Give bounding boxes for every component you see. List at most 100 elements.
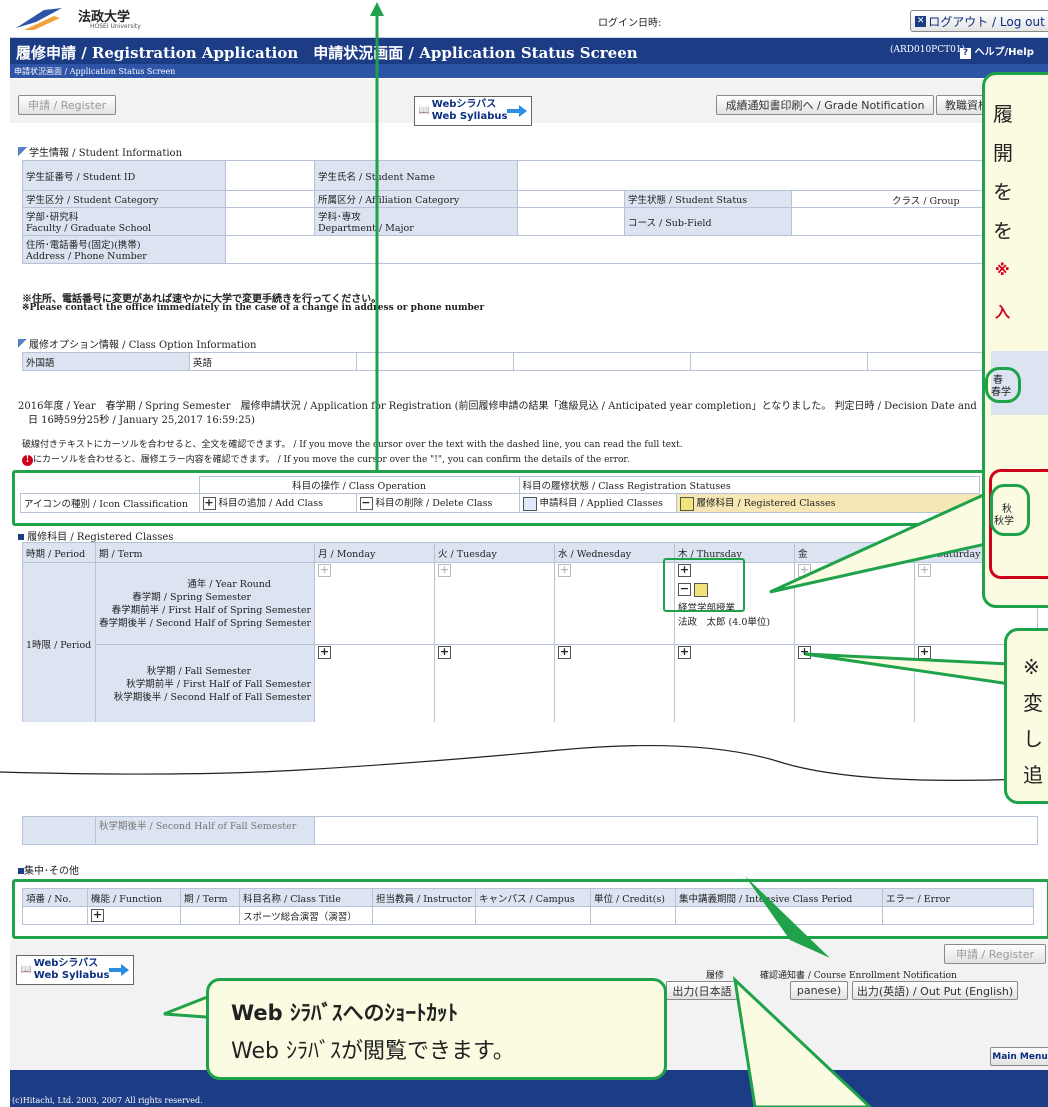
add-class-icon[interactable]: + <box>438 564 451 577</box>
student-info-heading: 学生情報 / Student Information <box>18 144 182 159</box>
book-icon: 📖 <box>20 965 32 975</box>
login-time-label: ログイン日時: <box>598 18 662 29</box>
right-callout-red-2: 入 <box>995 303 1011 321</box>
hint-dashed-text: 破線付きテキストにカーソルを合わせると、全文を確認できます。 / If you … <box>22 440 683 450</box>
col-day-2: 水 / Wednesday <box>554 542 675 563</box>
cell-wed-spring: + <box>554 562 675 645</box>
hint-error-text: にカーソルを合わせると、履修エラー内容を確認できます。 / If you mov… <box>33 455 630 465</box>
int-cell-credit <box>590 906 676 925</box>
syllabus-callout: Web ｼﾗﾊﾞｽへのｼｮｰﾄｶｯﾄ Web ｼﾗﾊﾞｽが閲覧できます。 <box>206 978 667 1080</box>
intensive-label: 集中･その他 <box>24 866 79 877</box>
syllabus-jp-label: Webシラバス <box>431 99 497 110</box>
side-callout-line-2: し <box>1023 727 1043 751</box>
affiliation-label: 所属区分 / Affiliation Category <box>314 190 518 208</box>
term-cell-fall: 秋学期 / Fall Semester 秋学期前半 / First Half of… <box>95 644 315 725</box>
class-option-heading: 履修オプション情報 / Class Option Information <box>18 336 256 351</box>
output-english-button[interactable]: 出力(英語) / Out Put (English) <box>852 981 1018 1000</box>
register-button-top[interactable]: 申請 / Register <box>18 95 116 115</box>
page-title: 履修申請 / Registration Application 申請状況画面 /… <box>16 44 638 62</box>
add-class-icon[interactable]: + <box>318 646 331 659</box>
faculty-value <box>225 207 315 236</box>
thursday-highlight-box <box>663 558 745 612</box>
int-col-instructor: 担当教員 / Instructor <box>372 888 476 907</box>
legend-delete: − 科目の削除 / Delete Class <box>355 493 520 513</box>
syllabus-callout-title: Web ｼﾗﾊﾞｽへのｼｮｰﾄｶｯﾄ <box>231 1001 459 1025</box>
output-japanese-button[interactable]: 出力(日本語 <box>666 981 738 1000</box>
syllabus-jp-label-bottom: Webシラバス <box>33 958 99 969</box>
main-menu-button[interactable]: Main Menu <box>990 1047 1048 1066</box>
side-callout-line-0: ※ <box>1023 655 1040 679</box>
registration-status-line2: 日 16時59分25秒 / January 25,2017 16:59:25) <box>28 415 255 426</box>
plus-icon: + <box>202 496 216 511</box>
add-class-icon[interactable]: + <box>678 646 691 659</box>
minus-icon: − <box>359 496 373 511</box>
arrow-right-icon <box>109 964 130 976</box>
cut-cell <box>314 816 1038 845</box>
cell-thu-fall: + <box>674 644 795 725</box>
term-cell-spring: 通年 / Year Round 春学期 / Spring Semester 春学期前… <box>95 562 315 645</box>
help-link[interactable]: ? ヘルプ/Help <box>960 43 1034 59</box>
department-label: 学科･専攻 Department / Major <box>314 207 518 236</box>
close-icon: ✕ <box>915 15 927 27</box>
dept-label-jp: 学科･専攻 <box>318 212 361 223</box>
int-col-no: 項番 / No. <box>22 888 88 907</box>
right-callout-inner-fall: 秋 秋学 <box>989 469 1048 579</box>
right-callout-text: 履 開 を を <box>993 95 1013 251</box>
applied-class-icon <box>522 496 537 511</box>
right-callout-inner-spring: 春 春学 <box>985 351 1048 415</box>
help-icon: ? <box>960 48 971 59</box>
term-fall-second: 秋学期後半 / Second Half of Fall Semester <box>113 692 311 703</box>
legend-blank <box>21 477 200 494</box>
address-label-en: Address / Phone Number <box>26 251 147 262</box>
legend-add-label: 科目の追加 / Add Class <box>218 498 324 510</box>
web-syllabus-button-top[interactable]: 📖 Webシラバス Web Syllabus <box>414 96 532 126</box>
right-callout-line-0: 履 <box>993 102 1013 126</box>
int-cell-title: スポーツ総合演習（演習） <box>239 906 373 925</box>
help-label: ヘルプ/Help <box>974 47 1034 58</box>
side-callout-line-1: 変 <box>1023 691 1043 715</box>
output-japanese-button-tail[interactable]: panese) <box>790 981 848 1000</box>
term-fall: 秋学期 / Fall Semester <box>146 666 251 677</box>
cell-wed-fall: + <box>554 644 675 725</box>
logout-button[interactable]: ✕ ログアウト / Log out <box>910 10 1048 32</box>
int-cell-instructor <box>372 906 476 925</box>
term-fall-first: 秋学期前半 / First Half of Fall Semester <box>126 679 311 690</box>
web-syllabus-button-bottom[interactable]: 📖 Webシラバス Web Syllabus <box>16 955 134 985</box>
int-cell-period <box>675 906 883 925</box>
department-value <box>517 207 625 236</box>
syllabus-callout-body: Web ｼﾗﾊﾞｽが閲覧できます。 <box>231 1039 515 1064</box>
cut-term: 秋学期後半 / Second Half of Fall Semester <box>95 816 315 845</box>
term-year-round: 通年 / Year Round <box>187 578 271 590</box>
add-class-icon[interactable]: + <box>558 564 571 577</box>
col-term: 期 / Term <box>95 542 315 563</box>
int-col-error: エラー / Error <box>882 888 1034 907</box>
enrollment-notification-label: 履修 確認通知書 / Course Enrollment Notificatio… <box>706 971 957 981</box>
int-cell-campus <box>475 906 591 925</box>
add-class-icon[interactable]: + <box>558 646 571 659</box>
int-cell-no <box>22 906 88 925</box>
logout-label: ログアウト / Log out <box>928 14 1045 29</box>
cell-mon-fall: + <box>314 644 435 725</box>
copyright: (c)Hitachi, Ltd. 2003, 2007 All rights r… <box>12 1096 203 1105</box>
faculty-label-jp: 学部･研究科 <box>26 212 79 223</box>
col-period: 時期 / Period <box>22 542 96 563</box>
student-category-value <box>225 190 315 208</box>
add-class-icon[interactable]: + <box>91 909 104 922</box>
add-class-icon[interactable]: + <box>318 564 331 577</box>
right-callout-red-1: ※ <box>995 261 1010 279</box>
registered-class-icon <box>679 496 694 511</box>
legend-applied: 申請科目 / Applied Classes <box>518 493 677 513</box>
col-day-0: 月 / Monday <box>314 542 435 563</box>
student-id-label: 学生証番号 / Student ID <box>22 160 226 191</box>
syllabus-en-label: Web Syllabus <box>431 111 508 122</box>
int-col-credit: 単位 / Credit(s) <box>590 888 676 907</box>
cell-tue-fall: + <box>434 644 555 725</box>
register-button-bottom[interactable]: 申請 / Register <box>944 944 1046 964</box>
class-credit: (4.0単位) <box>728 616 771 628</box>
right-inner-fall-b: 秋学 <box>994 516 1014 527</box>
page-cut-line <box>0 744 1048 781</box>
student-id-value <box>225 160 315 191</box>
int-col-function: 機能 / Function <box>87 888 181 907</box>
add-class-icon[interactable]: + <box>438 646 451 659</box>
intensive-table: 項番 / No. 機能 / Function 期 / Term 科目名称 / C… <box>22 888 1034 925</box>
